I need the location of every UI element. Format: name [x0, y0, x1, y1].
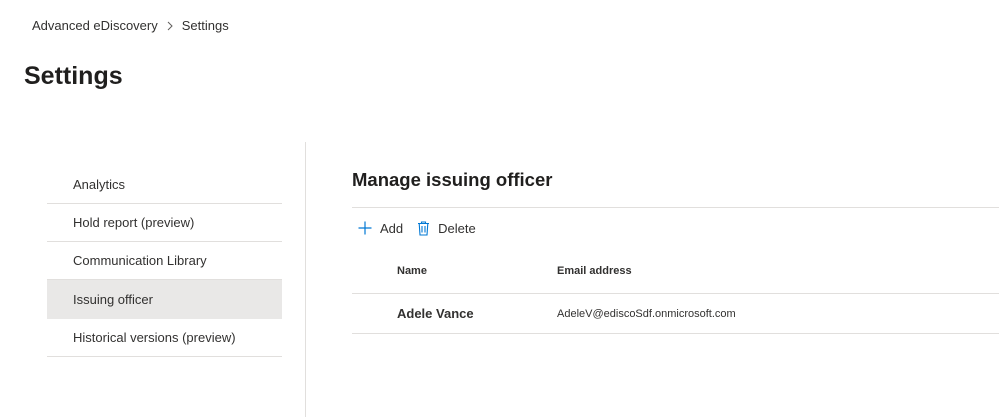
breadcrumb-root-link[interactable]: Advanced eDiscovery	[32, 18, 158, 33]
nav-item-analytics[interactable]: Analytics	[47, 165, 282, 204]
plus-icon	[358, 221, 372, 235]
issuing-officer-panel: Manage issuing officer Add Delete Name E…	[352, 168, 999, 334]
section-title: Manage issuing officer	[352, 168, 999, 208]
page-title: Settings	[24, 62, 123, 90]
breadcrumb: Advanced eDiscovery Settings	[32, 18, 229, 33]
delete-label: Delete	[438, 220, 476, 236]
vertical-divider	[305, 142, 306, 417]
delete-button[interactable]: Delete	[417, 221, 476, 236]
officer-name-cell: Adele Vance	[397, 306, 474, 321]
nav-item-historical-versions[interactable]: Historical versions (preview)	[47, 319, 282, 357]
command-bar: Add Delete	[352, 208, 999, 248]
add-label: Add	[380, 220, 404, 236]
add-button[interactable]: Add	[358, 221, 403, 236]
chevron-right-icon	[166, 21, 174, 31]
trash-icon	[418, 220, 430, 236]
nav-item-communication-library[interactable]: Communication Library	[47, 242, 282, 280]
nav-item-hold-report[interactable]: Hold report (preview)	[47, 204, 282, 242]
column-header-email[interactable]: Email address	[557, 265, 999, 277]
breadcrumb-current: Settings	[181, 18, 229, 33]
column-header-name[interactable]: Name	[352, 265, 557, 277]
nav-item-issuing-officer[interactable]: Issuing officer	[47, 280, 282, 319]
table-header: Name Email address	[352, 248, 999, 294]
officer-email-cell: AdeleV@ediscoSdf.onmicrosoft.com	[557, 307, 736, 320]
issuing-officer-table: Name Email address Adele Vance AdeleV@ed…	[352, 248, 999, 334]
settings-nav: Analytics Hold report (preview) Communic…	[47, 165, 282, 357]
settings-page: Advanced eDiscovery Settings Settings An…	[0, 0, 999, 417]
table-row[interactable]: Adele Vance AdeleV@ediscoSdf.onmicrosoft…	[352, 294, 999, 334]
